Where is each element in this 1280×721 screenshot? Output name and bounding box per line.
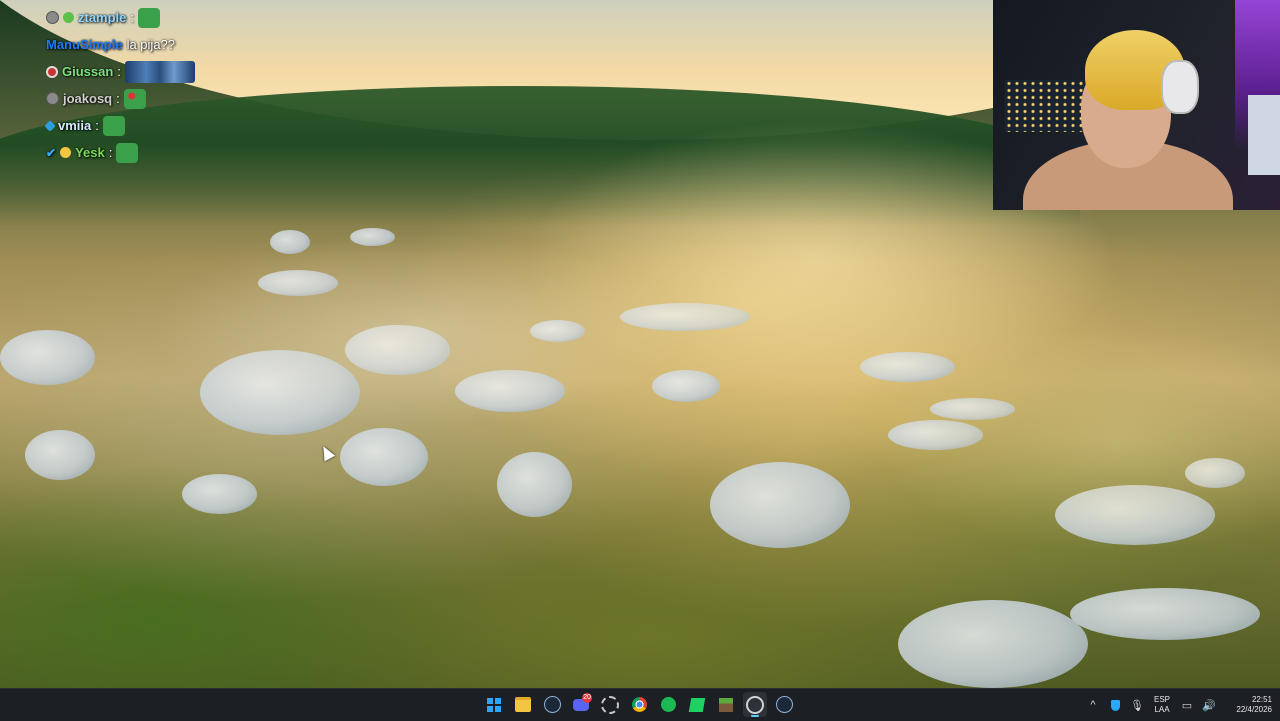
chat-text: la pija?? <box>126 37 176 52</box>
network-icon[interactable]: ▭ <box>1178 696 1196 714</box>
defender-shield-icon[interactable] <box>1106 696 1124 714</box>
spotify-button[interactable] <box>656 692 680 717</box>
clock-date: 22/4/2026 <box>1236 705 1272 714</box>
gray-badge-icon <box>46 92 59 105</box>
clock-button[interactable]: 22:51 22/4/2026 <box>1220 695 1272 715</box>
check-badge-icon: ✔ <box>46 145 57 160</box>
frog-emote-icon <box>116 142 139 163</box>
chat-separator: : <box>95 118 99 133</box>
file-explorer-button[interactable] <box>511 692 535 717</box>
webcam-monitor <box>1248 95 1280 175</box>
wide-emote-icon <box>124 60 195 83</box>
windows-icon <box>487 697 501 712</box>
chat-message: vmiia : <box>44 112 246 139</box>
shield-icon <box>1110 699 1120 711</box>
input-language-button[interactable]: ESP LAA <box>1148 695 1176 715</box>
gray-badge-icon <box>46 11 59 24</box>
chat-username: ztample <box>78 10 127 25</box>
settings-button[interactable] <box>598 692 622 717</box>
steam-2-button[interactable] <box>772 692 796 717</box>
headphones-icon <box>1161 60 1199 114</box>
obs-button[interactable] <box>743 692 767 717</box>
chrome-button[interactable] <box>627 692 651 717</box>
gear-icon <box>601 695 619 714</box>
frog-emote-icon <box>102 115 125 136</box>
show-hidden-icons-button[interactable]: ^ <box>1084 696 1102 714</box>
webcam-window-city <box>1005 80 1085 132</box>
webcam-overlay <box>993 0 1280 210</box>
chat-separator: : <box>130 10 135 25</box>
chat-message: ManuSimple la pija?? <box>46 31 246 58</box>
system-tray: ^ 🎙 ESP LAA ▭ 🔊 22:51 22/4/2026 <box>1082 689 1280 721</box>
chat-separator: : <box>117 64 121 79</box>
folder-icon <box>515 697 531 712</box>
start-button[interactable] <box>482 692 506 717</box>
steam-icon <box>543 696 561 713</box>
notification-badge: 20 <box>582 693 592 703</box>
chat-username: ManuSimple <box>46 37 123 52</box>
steam-icon <box>775 696 793 713</box>
clock-time: 22:51 <box>1251 695 1272 704</box>
chat-username: Yesk <box>75 145 105 160</box>
red-badge-icon <box>46 65 58 78</box>
taskbar: 20 ^ 🎙 ESP LAA ▭ 🔊 22:51 22/4/2026 <box>0 688 1280 721</box>
frog-emote-icon <box>138 7 161 28</box>
microphone-icon[interactable]: 🎙 <box>1128 696 1146 714</box>
volume-icon[interactable]: 🔊 <box>1200 696 1218 714</box>
discord-button[interactable]: 20 <box>569 692 593 717</box>
chat-username: vmiia <box>58 118 92 133</box>
smile-badge-icon <box>60 147 72 158</box>
obs-icon <box>746 695 764 714</box>
language-code: ESP <box>1153 695 1170 704</box>
chat-message: joakosq : <box>46 85 246 112</box>
green-face-badge-icon <box>63 12 74 23</box>
chrome-icon <box>631 697 647 712</box>
chat-separator: : <box>116 91 120 106</box>
chat-message: ztample : <box>46 4 246 31</box>
keyboard-layout: LAA <box>1154 705 1170 714</box>
chat-message: Giussan : <box>46 58 246 85</box>
minecraft-button[interactable] <box>714 692 738 717</box>
steam-button[interactable] <box>540 692 564 717</box>
spotify-icon <box>660 697 676 712</box>
chat-message: ✔ Yesk : <box>46 139 246 166</box>
chat-separator: : <box>108 145 113 160</box>
taskbar-apps: 20 <box>482 692 796 717</box>
kick-button[interactable] <box>685 692 709 717</box>
stream-chat-overlay: ztample : ManuSimple la pija?? Giussan :… <box>44 4 246 166</box>
chat-username: Giussan <box>62 64 114 79</box>
kick-icon <box>688 697 706 712</box>
frog-face-emote-icon <box>123 88 146 109</box>
chat-username: joakosq <box>63 91 113 106</box>
minecraft-icon <box>719 697 733 712</box>
blue-badge-icon <box>44 119 56 132</box>
